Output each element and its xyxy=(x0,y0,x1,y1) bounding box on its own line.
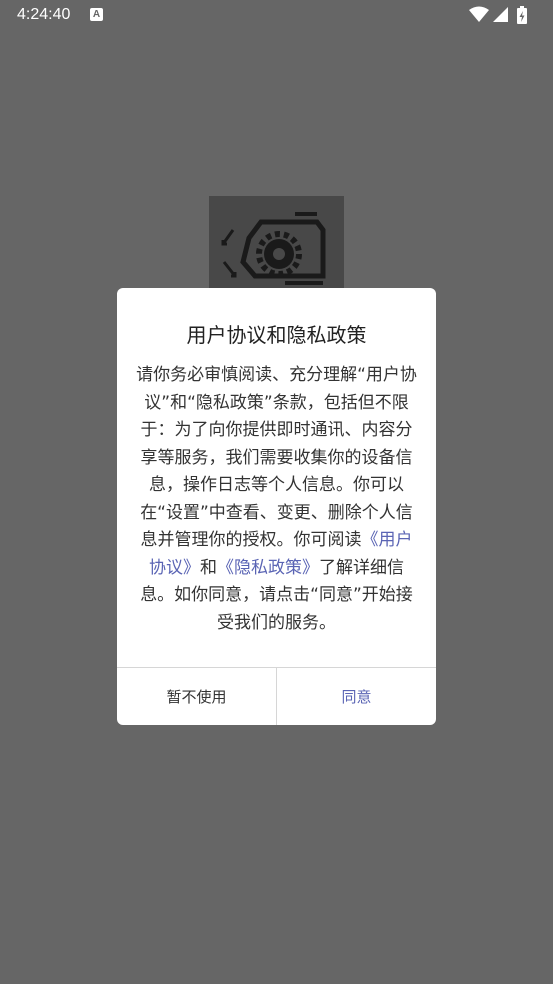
signal-icon xyxy=(493,7,508,22)
screen: 4:24:40 A 用户协议和隐私政策 请你务必审慎阅读、充分理解“用户协议”和… xyxy=(0,0,553,984)
gear-device-icon xyxy=(209,196,344,288)
dialog-body-and: 和 xyxy=(200,557,217,578)
battery-charging-icon xyxy=(517,6,527,24)
status-time: 4:24:40 xyxy=(17,6,71,23)
decline-button[interactable]: 暂不使用 xyxy=(117,668,277,725)
status-bar: 4:24:40 A xyxy=(0,0,553,32)
agree-button[interactable]: 同意 xyxy=(277,668,436,725)
dialog-body: 请你务必审慎阅读、充分理解“用户协议”和“隐私政策”条款，包括但不限于：为了向你… xyxy=(134,362,419,637)
dialog-title: 用户协议和隐私政策 xyxy=(186,323,367,347)
privacy-dialog: 用户协议和隐私政策 请你务必审慎阅读、充分理解“用户协议”和“隐私政策”条款，包… xyxy=(117,288,436,725)
font-a-icon: A xyxy=(90,8,103,21)
dialog-buttons: 暂不使用 同意 xyxy=(117,668,436,725)
privacy-policy-link[interactable]: 《隐私政策》 xyxy=(217,558,319,578)
wifi-icon xyxy=(469,6,489,22)
dialog-body-text: 请你务必审慎阅读、充分理解“用户协议”和“隐私政策”条款，包括但不限于：为了向你… xyxy=(136,365,417,550)
